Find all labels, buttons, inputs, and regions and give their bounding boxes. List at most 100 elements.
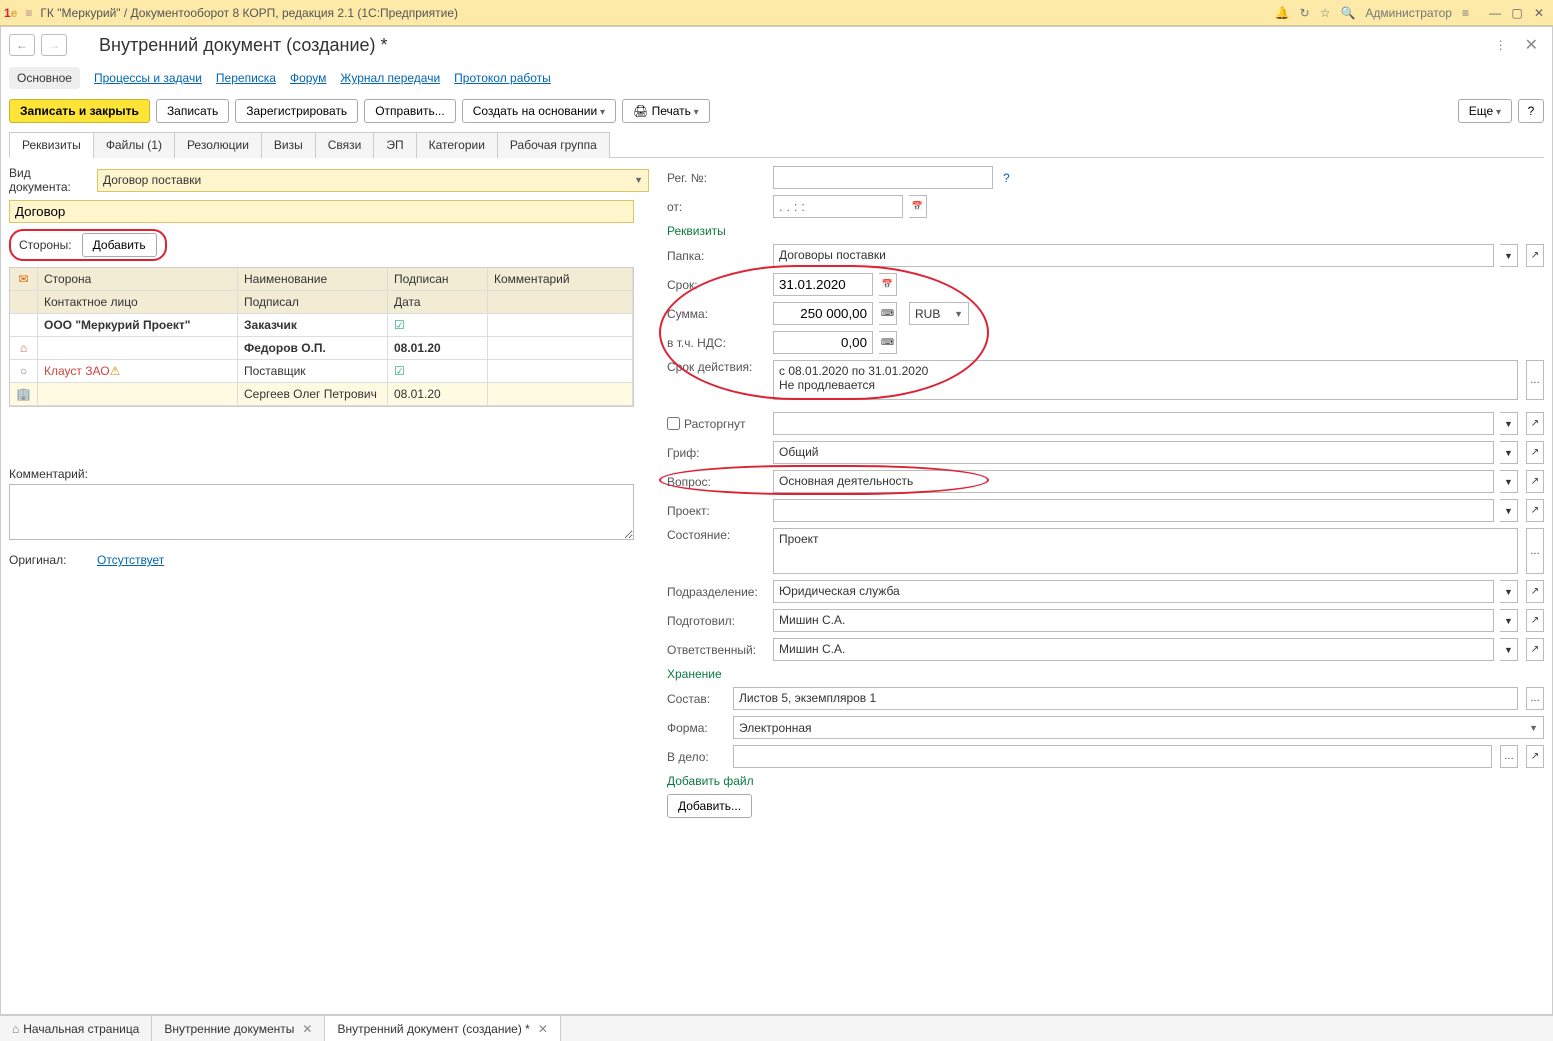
tab-current[interactable]: Внутренний документ (создание) * ✕ [325,1016,560,1041]
ellipsis-icon[interactable]: … [1526,360,1544,400]
validity-text[interactable]: с 08.01.2020 по 31.01.2020 Не продлевает… [773,360,1518,400]
help-button[interactable]: ? [1518,99,1544,123]
tab-requisites[interactable]: Реквизиты [9,132,94,158]
open-icon[interactable]: ↗ [1526,412,1544,435]
tab-resolutions[interactable]: Резолюции [174,132,262,158]
history-icon[interactable]: ↻ [1300,6,1310,20]
open-icon[interactable]: ↗ [1526,609,1544,632]
close-tab-icon[interactable]: ✕ [302,1022,312,1036]
resp-input[interactable]: Мишин С.А. [773,638,1494,661]
chevron-down-icon[interactable]: ▼ [1500,638,1518,661]
section-addfile: Добавить файл [667,774,1544,788]
doc-type-select[interactable]: Договор поставки ▼ [97,169,649,192]
nav-correspondence[interactable]: Переписка [216,71,276,85]
calendar-icon[interactable]: 📅 [879,273,897,296]
currency-select[interactable]: RUB▼ [909,302,969,325]
ellipsis-icon[interactable]: … [1526,687,1544,710]
question-input[interactable]: Основная деятельность [773,470,1494,493]
table-row[interactable]: 🏢 Сергеев Олег Петрович 08.01.20 [10,383,633,406]
sum-input[interactable] [773,302,873,325]
close-page-icon[interactable]: ✕ [1519,33,1544,57]
prepared-input[interactable]: Мишин С.А. [773,609,1494,632]
tab-docs[interactable]: Внутренние документы ✕ [152,1016,325,1041]
regno-input[interactable] [773,166,993,189]
kebab-icon[interactable]: ⋮ [1489,36,1513,54]
create-based-button[interactable]: Создать на основании [462,99,616,123]
tab-home[interactable]: ⌂ Начальная страница [0,1016,152,1041]
case-input[interactable] [733,745,1492,768]
search-icon[interactable]: 🔍 [1340,6,1355,20]
table-row[interactable]: ⌂ Федоров О.П. 08.01.20 [10,337,633,360]
from-date-input[interactable] [773,195,903,218]
tab-workgroup[interactable]: Рабочая группа [497,132,610,158]
user-label[interactable]: Администратор [1365,6,1452,20]
nav-work-protocol[interactable]: Протокол работы [454,71,551,85]
close-tab-icon[interactable]: ✕ [538,1022,548,1036]
tab-visas[interactable]: Визы [261,132,316,158]
chevron-down-icon[interactable]: ▼ [1500,412,1518,435]
register-button[interactable]: Зарегистрировать [235,99,358,123]
chevron-down-icon[interactable]: ▼ [1500,470,1518,493]
forward-button[interactable]: → [41,34,67,56]
star-icon[interactable]: ☆ [1320,6,1331,20]
tab-files[interactable]: Файлы (1) [93,132,175,158]
original-link[interactable]: Отсутствует [97,553,164,567]
form-select[interactable]: Электронная▼ [733,716,1544,739]
nav-transfer-journal[interactable]: Журнал передачи [340,71,440,85]
open-icon[interactable]: ↗ [1526,470,1544,493]
add-file-button[interactable]: Добавить... [667,794,752,818]
dept-input[interactable]: Юридическая служба [773,580,1494,603]
terminated-checkbox[interactable] [667,417,680,430]
vat-input[interactable] [773,331,873,354]
open-icon[interactable]: ↗ [1526,745,1544,768]
minimize-icon[interactable]: — [1485,4,1505,22]
folder-input[interactable]: Договоры поставки [773,244,1494,267]
nav-processes[interactable]: Процессы и задачи [94,71,202,85]
open-icon[interactable]: ↗ [1526,499,1544,522]
term-input[interactable] [773,273,873,296]
tab-ep[interactable]: ЭП [373,132,416,158]
panel-icon[interactable]: ≡ [1462,6,1469,20]
chevron-down-icon[interactable]: ▼ [1500,609,1518,632]
project-label: Проект: [667,504,767,518]
state-input[interactable]: Проект [773,528,1518,574]
nav-main[interactable]: Основное [17,71,72,85]
close-window-icon[interactable]: ✕ [1529,4,1549,22]
table-row[interactable]: ○ Клауст ЗАО ⚠ Поставщик ☑ [10,360,633,383]
more-button[interactable]: Еще [1458,99,1512,123]
stamp-input[interactable]: Общий [773,441,1494,464]
title-input[interactable] [9,200,634,223]
ellipsis-icon[interactable]: … [1526,528,1544,574]
print-button[interactable]: Печать [622,99,710,123]
ellipsis-icon[interactable]: … [1500,745,1518,768]
bell-icon[interactable]: 🔔 [1275,6,1290,20]
open-icon[interactable]: ↗ [1526,638,1544,661]
open-icon[interactable]: ↗ [1526,244,1544,267]
table-row[interactable]: ООО "Меркурий Проект" Заказчик ☑ [10,314,633,337]
calculator-icon[interactable]: ⌨ [879,302,897,325]
add-party-button[interactable]: Добавить [82,233,157,257]
chevron-down-icon[interactable]: ▼ [1500,580,1518,603]
open-icon[interactable]: ↗ [1526,580,1544,603]
send-button[interactable]: Отправить... [364,99,456,123]
chevron-down-icon[interactable]: ▼ [1500,499,1518,522]
tab-categories[interactable]: Категории [416,132,498,158]
maximize-icon[interactable]: ▢ [1507,4,1527,22]
project-input[interactable] [773,499,1494,522]
back-button[interactable]: ← [9,34,35,56]
menu-icon[interactable]: ≡ [25,6,32,20]
tab-links[interactable]: Связи [315,132,375,158]
content-input[interactable]: Листов 5, экземпляров 1 [733,687,1518,710]
chevron-down-icon[interactable]: ▼ [1500,244,1518,267]
chevron-down-icon[interactable]: ▼ [1500,441,1518,464]
parties-hint-circle: Стороны: Добавить [9,229,167,261]
terminated-input[interactable] [773,412,1494,435]
nav-forum[interactable]: Форум [290,71,326,85]
open-icon[interactable]: ↗ [1526,441,1544,464]
comment-textarea[interactable] [9,484,634,540]
save-button[interactable]: Записать [156,99,229,123]
help-hint-icon[interactable]: ? [1003,171,1010,185]
save-close-button[interactable]: Записать и закрыть [9,99,150,123]
calendar-icon[interactable]: 📅 [909,195,927,218]
calculator-icon[interactable]: ⌨ [879,331,897,354]
